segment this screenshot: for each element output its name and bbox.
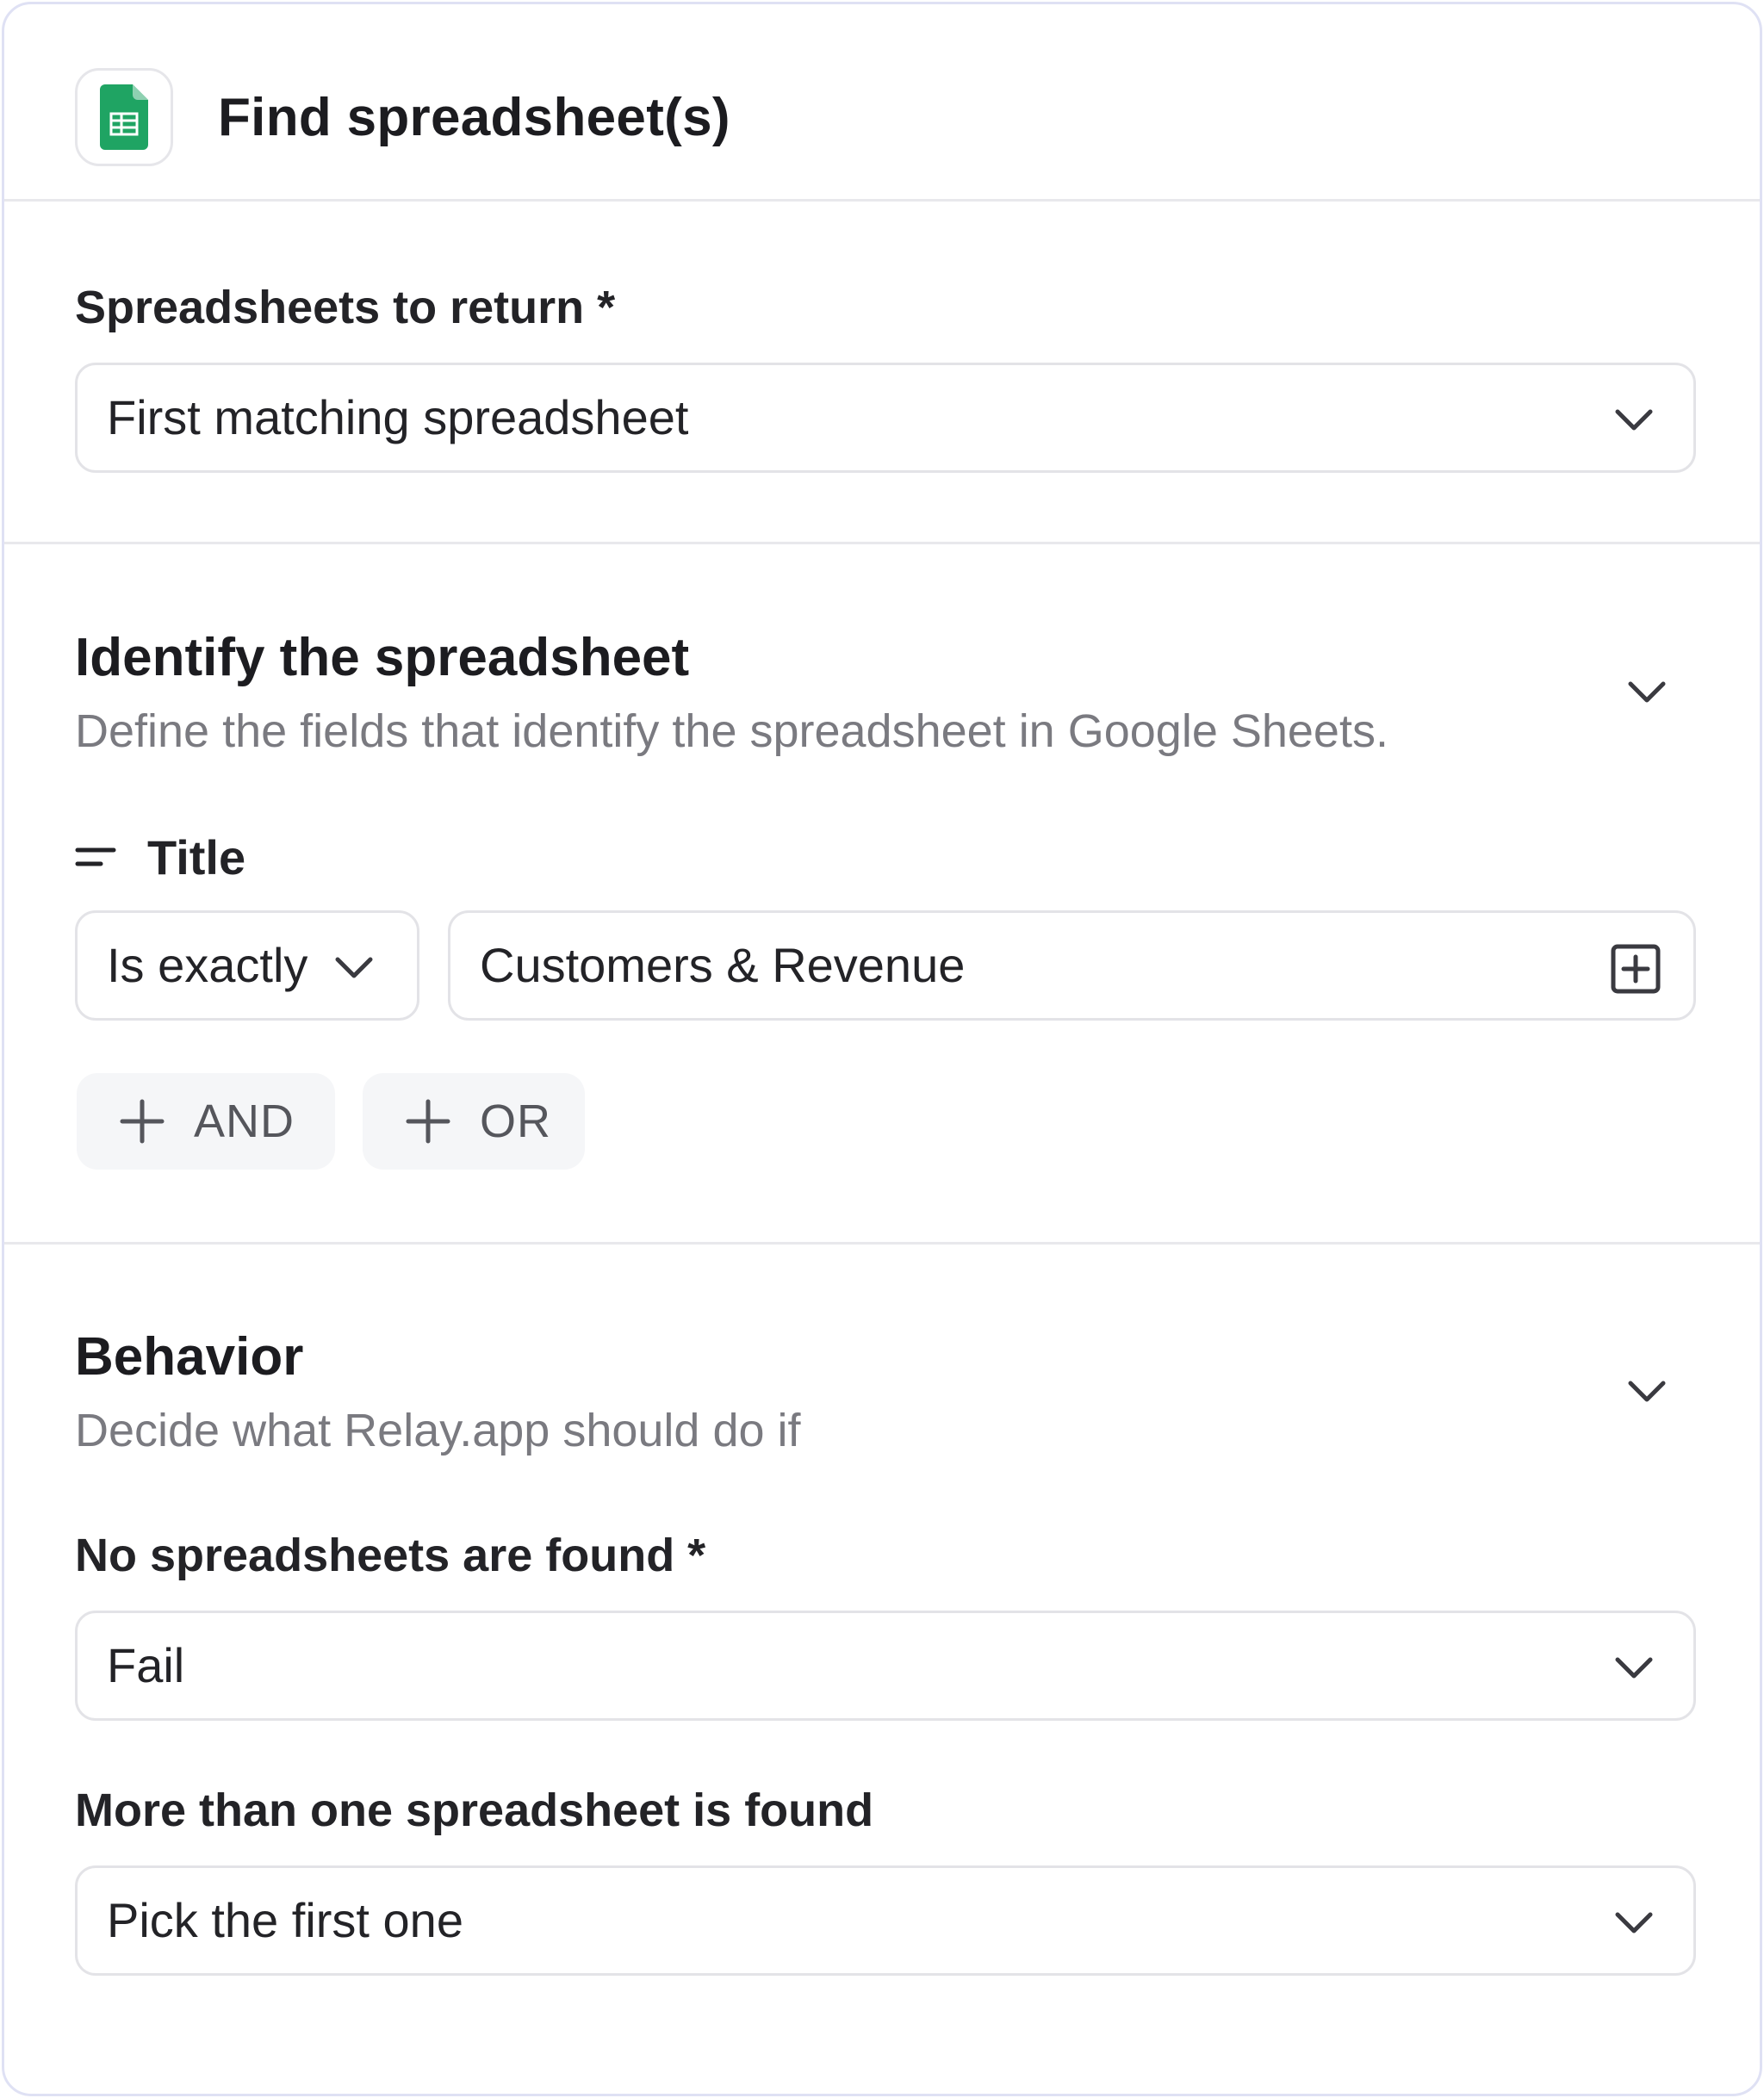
plus-icon xyxy=(406,1099,450,1144)
filter-field-label: Title xyxy=(147,830,246,885)
text-field-icon xyxy=(75,847,116,866)
operator-select[interactable]: Is exactly xyxy=(75,910,419,1021)
panel-header: Find spreadsheet(s) xyxy=(4,4,1760,202)
step-config-panel: Find spreadsheet(s) Spreadsheets to retu… xyxy=(2,2,1762,2096)
chevron-down-icon xyxy=(1615,1657,1653,1679)
behavior-collapse-chevron-icon[interactable] xyxy=(1627,1380,1667,1404)
return-field-label: Spreadsheets to return * xyxy=(75,282,616,333)
operator-select-value: Is exactly xyxy=(107,938,308,992)
filter-field-row: Title xyxy=(75,828,245,888)
identify-collapse-chevron-icon[interactable] xyxy=(1627,680,1667,705)
filter-value-input[interactable]: Customers & Revenue xyxy=(448,910,1696,1021)
identify-description: Define the fields that identify the spre… xyxy=(75,705,1388,757)
add-and-label: AND xyxy=(194,1096,295,1147)
return-select-value: First matching spreadsheet xyxy=(107,390,689,444)
behavior-description: Decide what Relay.app should do if xyxy=(75,1405,801,1456)
return-section: Spreadsheets to return * First matching … xyxy=(4,202,1760,544)
behavior-title: Behavior xyxy=(75,1327,304,1387)
identify-title: Identify the spreadsheet xyxy=(75,628,690,687)
page-title: Find spreadsheet(s) xyxy=(218,88,730,147)
insert-variable-icon[interactable] xyxy=(1611,944,1661,994)
plus-icon xyxy=(120,1099,165,1144)
filter-value-text: Customers & Revenue xyxy=(480,938,966,992)
chevron-down-icon xyxy=(1615,409,1653,431)
multiple-found-select[interactable]: Pick the first one xyxy=(75,1865,1696,1976)
behavior-section: Behavior Decide what Relay.app should do… xyxy=(4,1245,1760,2094)
chevron-down-icon xyxy=(1615,1912,1653,1934)
app-icon-container xyxy=(75,68,173,166)
multiple-found-value: Pick the first one xyxy=(107,1893,463,1947)
return-select[interactable]: First matching spreadsheet xyxy=(75,363,1696,473)
none-found-value: Fail xyxy=(107,1638,185,1692)
add-or-label: OR xyxy=(480,1096,551,1147)
none-found-select[interactable]: Fail xyxy=(75,1611,1696,1721)
identify-section: Identify the spreadsheet Define the fiel… xyxy=(4,544,1760,1245)
add-or-button[interactable]: OR xyxy=(363,1073,585,1170)
add-and-button[interactable]: AND xyxy=(77,1073,335,1170)
none-found-label: No spreadsheets are found * xyxy=(75,1530,706,1581)
multiple-found-label: More than one spreadsheet is found xyxy=(75,1785,874,1836)
chevron-down-icon xyxy=(335,957,373,978)
google-sheets-icon xyxy=(100,84,148,150)
